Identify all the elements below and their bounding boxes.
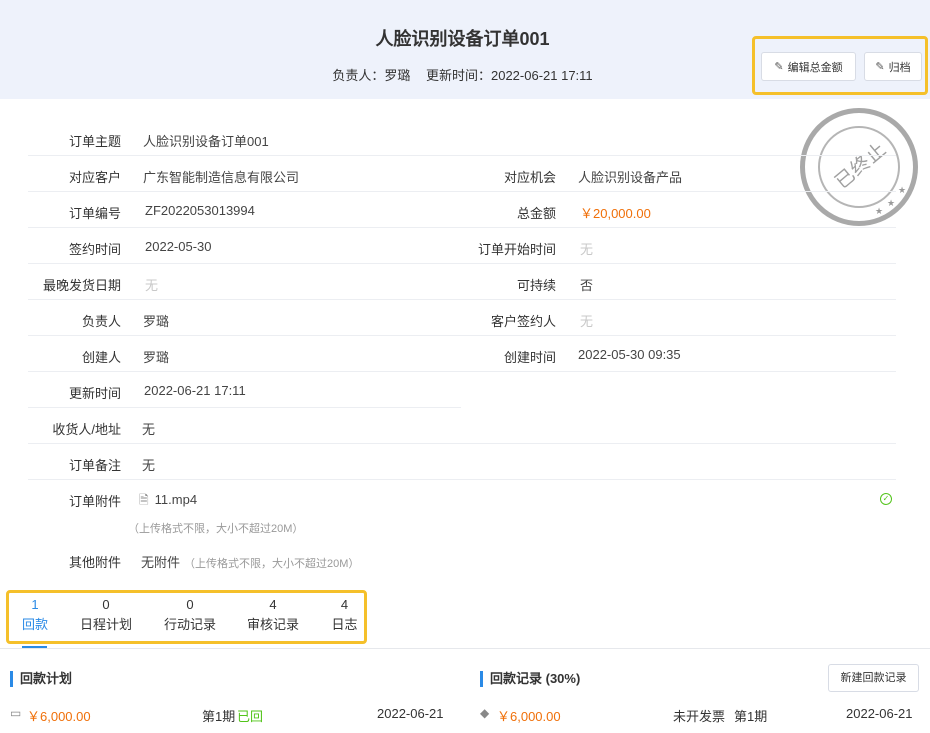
tab-audit[interactable]: 4 审核记录 [243,592,303,636]
field-label: 订单编号 [68,206,121,221]
tab-label: 日志 [331,617,358,632]
tab-payments[interactable]: 1 回款 [9,592,61,636]
field-value: 2022-05-30 09:35 [578,347,681,362]
attachment-label: 订单附件 [68,494,121,509]
field-row-updated-time: 更新时间 2022-06-21 17:11 [28,372,461,408]
tab-count: 0 [102,597,110,612]
archive-label: 归档 [888,61,911,74]
field-label: 负责人 [81,314,121,329]
payment-plan-row: ▭ ￥6,000.00 第1期 已回 2022-06-21 [10,706,446,724]
field-label: 创建时间 [503,350,556,365]
field-label: 总金额 [516,206,556,221]
plan-amount: ￥6,000.00 [27,709,91,724]
other-attachment-hint: （上传格式不限，大小不超过20M） [184,558,360,570]
field-value: 2022-06-21 17:11 [144,383,246,398]
updated-meta: 更新时间：2022-06-21 17:11 [425,68,593,83]
tag-icon: ◆ [480,706,490,720]
field-value: 无 [142,458,156,473]
field-value: 2022-05-30 [145,239,212,254]
star-icon: ★ [898,185,907,195]
field-label: 订单备注 [68,458,121,473]
tab-count: 1 [31,597,39,612]
payment-record-row: ◆ ￥6,000.00 未开发票 第1期 2022-06-21 [480,706,915,724]
field-value: 人脸识别设备订单001 [143,134,269,149]
success-icon: ✓ [880,493,892,505]
field-row-creator: 创建人 罗璐 创建时间 2022-05-30 09:35 [28,336,896,372]
detail-tabs: 1 回款 0 日程计划 0 行动记录 4 审核记录 4 日志 [9,592,365,642]
attachment-hint: （上传格式不限，大小不超过20M） [128,523,304,535]
new-payment-record-button[interactable]: 新建回款记录 [828,664,919,692]
tab-label: 行动记录 [163,617,216,632]
field-value: 罗璐 [143,314,170,329]
record-amount: ￥6,000.00 [497,709,561,724]
record-period: 第1期 [734,709,768,724]
tab-label: 回款 [21,617,48,632]
field-row-receiver: 收货人/地址 无 [28,408,896,444]
tabs-divider [0,648,930,649]
tab-log[interactable]: 4 日志 [327,592,362,636]
field-row-remark: 订单备注 无 [28,444,896,480]
field-value: 无 [142,422,156,437]
field-row-order-no: 订单编号 ZF2022053013994 总金额 ￥20,000.00 [28,192,896,228]
field-label: 可持续 [516,278,556,293]
tab-label: 日程计划 [79,617,132,632]
record-date: 2022-06-21 [846,706,913,721]
tab-count: 4 [340,597,349,612]
field-row-owner: 负责人 罗璐 客户签约人 无 [28,300,896,336]
field-label: 对应机会 [503,170,556,185]
field-value: 广东智能制造信息有限公司 [143,170,300,185]
calendar-icon: ▭ [10,706,22,720]
field-label: 对应客户 [68,170,121,185]
tab-actions[interactable]: 0 行动记录 [160,592,220,636]
edit-icon: ✎ [774,61,784,73]
plan-status: 已回 [237,709,264,724]
field-label: 收货人/地址 [52,422,121,437]
field-label: 最晚发货日期 [42,278,121,293]
payment-record-title: 回款记录 (30%) [480,671,580,687]
edit-icon: ✎ [875,61,885,73]
tab-schedule[interactable]: 0 日程计划 [76,592,136,636]
file-icon: 🗎 [139,493,149,507]
field-value: 否 [580,278,594,293]
field-value: ZF2022053013994 [145,203,255,218]
field-value: 罗璐 [143,350,170,365]
field-value: 人脸识别设备产品 [578,170,683,185]
other-attachment-label: 其他附件 [68,555,121,570]
field-label: 更新时间 [68,386,121,401]
field-row-subject: 订单主题 人脸识别设备订单001 [28,120,896,156]
tab-count: 0 [186,597,194,612]
edit-total-button[interactable]: ✎ 编辑总金额 [761,52,856,81]
field-label: 客户签约人 [490,314,556,329]
field-value: 无 [145,278,159,293]
field-label: 签约时间 [68,242,121,257]
plan-period: 第1期 [202,709,236,724]
field-value: 无 [580,242,594,257]
field-label: 订单主题 [68,134,121,149]
field-value: 无 [580,314,594,329]
attachment-filename: 11.mp4 [154,492,198,507]
field-label: 订单开始时间 [477,242,556,257]
field-row-sign-date: 签约时间 2022-05-30 订单开始时间 无 [28,228,896,264]
plan-date: 2022-06-21 [377,706,444,721]
other-attachment-value: 无附件 （上传格式不限，大小不超过20M） [141,555,360,570]
archive-button[interactable]: ✎ 归档 [864,52,922,81]
tab-label: 审核记录 [246,617,299,632]
field-row-customer: 对应客户 广东智能制造信息有限公司 对应机会 人脸识别设备产品 [28,156,896,192]
attachment-file[interactable]: 🗎 11.mp4 [139,491,197,512]
owner-meta: 负责人：罗璐 [332,68,411,83]
edit-total-label: 编辑总金额 [787,61,843,74]
field-row-latest-ship: 最晚发货日期 无 可持续 否 [28,264,896,300]
field-value: ￥20,000.00 [580,206,651,221]
tab-count: 4 [269,597,277,612]
record-invoice: 未开发票 [673,709,726,724]
payment-plan-title: 回款计划 [10,671,72,687]
field-label: 创建人 [81,350,121,365]
